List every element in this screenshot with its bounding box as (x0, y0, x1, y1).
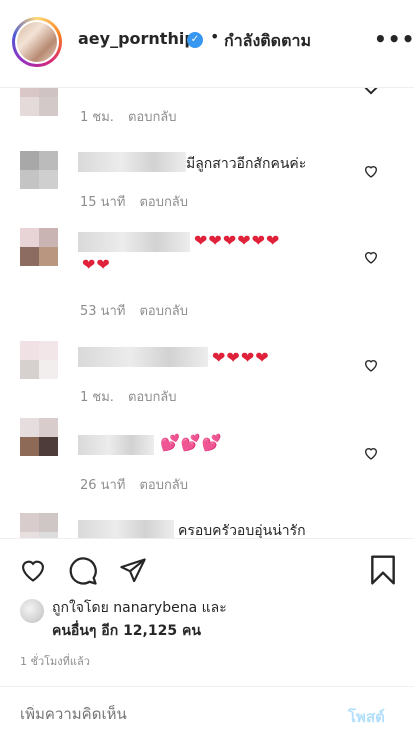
comment-hearts-line2: ❤❤ (82, 255, 111, 274)
comment-username-blurred[interactable] (78, 520, 174, 538)
post-timestamp: 1 ชั่วโมงที่แล้ว (20, 655, 90, 668)
post-button[interactable]: โพสต์ (348, 705, 385, 729)
comment-avatar[interactable] (20, 513, 58, 538)
comment-avatar[interactable] (20, 418, 58, 456)
chevron-icon[interactable] (363, 88, 379, 98)
comment-time: 1 ชม. (80, 390, 114, 405)
comment-meta: 26 นาที ตอบกลับ (80, 474, 188, 495)
comment-bubble-icon[interactable] (68, 556, 98, 586)
comment-meta: 1 ชม. ตอบกลับ (80, 386, 177, 407)
comment-avatar[interactable] (20, 341, 58, 379)
comment-avatar[interactable] (20, 88, 58, 116)
comment-username-blurred[interactable] (78, 435, 154, 455)
like-heart-icon[interactable] (18, 556, 48, 584)
comments-list[interactable]: 1 ชม. ตอบกลับ มีลูกสาวอีกสักคนค่ะ 15 นาที… (0, 88, 414, 538)
comment-text: ครอบครัวอบอุ่นน่ารัก (178, 523, 306, 538)
heart-icon[interactable] (363, 357, 379, 373)
comment-meta: 1 ชม. ตอบกลับ (80, 106, 177, 127)
comment-time: 26 นาที (80, 478, 126, 493)
separator-dot: • (210, 27, 220, 46)
heart-icon[interactable] (363, 163, 379, 179)
heart-icon[interactable] (363, 445, 379, 461)
comment-time: 1 ชม. (80, 110, 114, 125)
reply-button[interactable]: ตอบกลับ (128, 110, 177, 125)
more-options-icon[interactable]: ••• (374, 27, 414, 51)
liker-avatar[interactable] (20, 599, 44, 623)
comment-time: 53 นาที (80, 304, 126, 319)
comment-time: 15 นาที (80, 195, 126, 210)
verified-badge-icon: ✓ (187, 32, 203, 48)
heart-icon[interactable] (363, 249, 379, 265)
comment-username-blurred[interactable] (78, 152, 186, 172)
post-header: aey_pornthip ✓ • กำลังติดตาม ••• (0, 0, 414, 88)
comment-hearts: ❤❤❤❤ (212, 348, 270, 367)
comment-avatar[interactable] (20, 228, 58, 266)
reply-button[interactable]: ตอบกลับ (139, 195, 188, 210)
comment-username-blurred[interactable] (78, 232, 190, 252)
comment-text: มีลูกสาวอีกสักคนค่ะ (186, 156, 307, 172)
bookmark-icon[interactable] (369, 554, 397, 586)
following-button[interactable]: กำลังติดตาม (224, 29, 311, 54)
avatar[interactable] (17, 22, 57, 62)
username[interactable]: aey_pornthip (78, 29, 196, 48)
share-direct-icon[interactable] (118, 556, 148, 584)
comment-username-blurred[interactable] (78, 347, 208, 367)
comment-hearts: ❤❤❤❤❤❤ (194, 231, 281, 250)
likes-count[interactable]: คนอื่นๆ อีก 12,125 คน (52, 620, 201, 642)
comment-input[interactable] (18, 705, 322, 724)
reply-button[interactable]: ตอบกลับ (139, 478, 188, 493)
comment-meta: 53 นาที ตอบกลับ (80, 300, 188, 321)
reply-button[interactable]: ตอบกลับ (139, 304, 188, 319)
reply-button[interactable]: ตอบกลับ (128, 390, 177, 405)
comment-meta: 15 นาที ตอบกลับ (80, 191, 188, 212)
comment-hearts: 💕💕💕 (160, 433, 223, 452)
comment-avatar[interactable] (20, 151, 58, 189)
actions-divider (0, 538, 414, 540)
liked-by-text[interactable]: ถูกใจโดย nanarybena และ (52, 597, 227, 619)
add-comment-bar: โพสต์ (0, 686, 414, 745)
